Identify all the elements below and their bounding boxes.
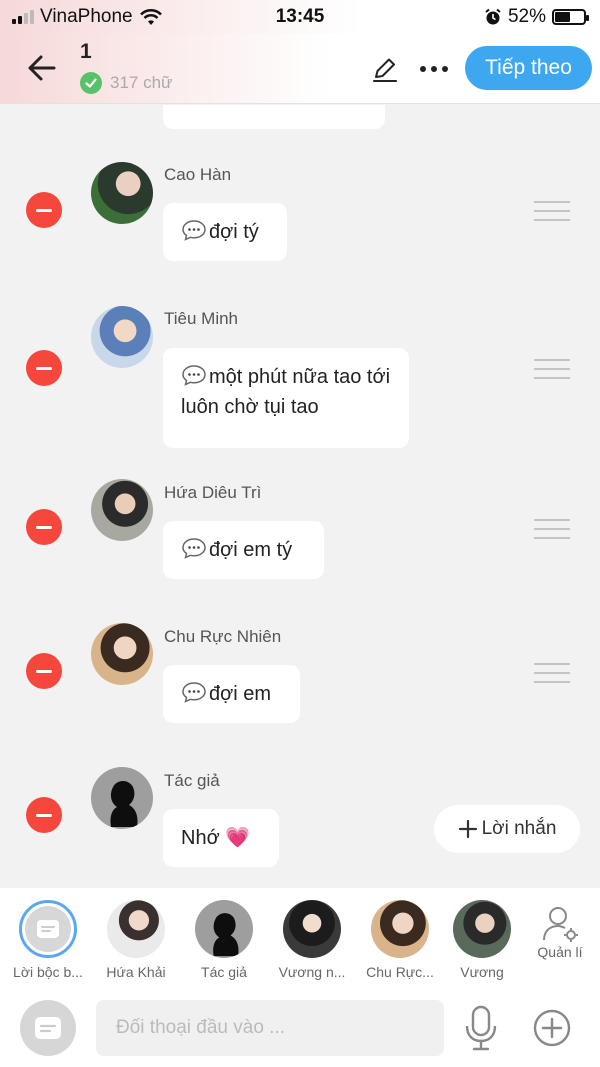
word-count-row: 317 chữ [80, 72, 172, 94]
avatar[interactable] [91, 479, 153, 541]
remove-message-button[interactable] [26, 192, 62, 228]
dialogue-input[interactable] [96, 1000, 444, 1056]
chat-area[interactable]: Cao Hàn đợi tý Tiêu Minh một phút nữa ta… [0, 105, 600, 888]
text-lines-icon [35, 1017, 61, 1039]
edit-pencil-icon[interactable] [370, 54, 400, 84]
more-options-button[interactable] [412, 54, 456, 84]
next-button[interactable]: Tiếp theo [465, 46, 592, 90]
message-bubble[interactable]: đợi em tý [163, 521, 324, 579]
message-bubble[interactable] [163, 105, 385, 129]
status-right: 52% [484, 6, 589, 28]
message-text: một phút nữa tao tới luôn chờ tụi tao [181, 366, 391, 418]
add-message-label: Lời nhắn [481, 818, 557, 839]
author-avatar [195, 900, 253, 958]
author-silhouette-icon [213, 913, 239, 957]
input-bar [0, 990, 600, 1067]
character-label: Vương [460, 964, 504, 980]
character-item[interactable]: Vương n... [274, 900, 350, 980]
drag-handle-icon[interactable] [534, 519, 570, 539]
character-name: Tác giả [164, 771, 220, 790]
add-circle-icon[interactable] [532, 1008, 572, 1048]
speech-bubble-icon [182, 682, 206, 703]
chapter-title: 1 [80, 40, 92, 63]
avatar [283, 900, 341, 958]
editor-header: 1 317 chữ Tiếp theo [0, 34, 600, 104]
battery-icon [552, 9, 589, 25]
character-label: Chu Rực... [366, 964, 434, 980]
alarm-icon [485, 8, 501, 25]
message-text: đợi em tý [209, 539, 293, 561]
message-bubble[interactable]: một phút nữa tao tới luôn chờ tụi tao [163, 348, 409, 448]
user-settings-icon [543, 907, 578, 942]
message-type-button[interactable] [20, 1000, 76, 1056]
character-item[interactable]: Tác giả [186, 900, 262, 980]
add-message-button[interactable]: Lời nhắn [434, 805, 580, 853]
text-lines-icon [37, 920, 59, 938]
remove-message-button[interactable] [26, 509, 62, 545]
character-item[interactable]: Hứa Khải [98, 900, 174, 980]
drag-handle-icon[interactable] [534, 359, 570, 379]
character-name: Chu Rực Nhiên [164, 627, 282, 646]
character-bar: Lời bộc b... Hứa Khải Tác giả Vương n...… [0, 888, 600, 990]
remove-message-button[interactable] [26, 797, 62, 833]
narrator-avatar [19, 900, 77, 958]
character-name: Cao Hàn [164, 165, 232, 184]
character-label: Tác giả [201, 964, 247, 980]
author-silhouette-icon [110, 781, 138, 827]
remove-message-button[interactable] [26, 350, 62, 386]
manage-characters-button[interactable]: Quản lí [530, 904, 590, 960]
avatar [371, 900, 429, 958]
author-avatar[interactable] [91, 767, 153, 829]
character-label: Hứa Khải [106, 964, 166, 980]
message-bubble[interactable]: đợi em [163, 665, 300, 723]
character-item[interactable]: Chu Rực... [362, 900, 438, 980]
manage-label: Quản lí [537, 944, 583, 960]
word-count: 317 chữ [110, 73, 173, 92]
avatar[interactable] [91, 162, 153, 224]
avatar [107, 900, 165, 958]
message-text: đợi tý [209, 221, 259, 243]
speech-bubble-icon [182, 220, 206, 241]
check-icon [80, 72, 102, 94]
speech-bubble-icon [182, 538, 206, 559]
message-bubble[interactable]: Nhớ 💗 [163, 809, 279, 867]
message-text: Nhớ 💗 [181, 827, 251, 849]
character-label: Vương n... [278, 964, 346, 980]
drag-handle-icon[interactable] [534, 201, 570, 221]
back-button[interactable] [22, 48, 62, 88]
microphone-icon[interactable] [462, 1004, 500, 1052]
avatar [453, 900, 511, 958]
message-bubble[interactable]: đợi tý [163, 203, 287, 261]
character-item[interactable]: Vương [444, 900, 520, 980]
remove-message-button[interactable] [26, 653, 62, 689]
speech-bubble-icon [182, 365, 206, 386]
avatar[interactable] [91, 623, 153, 685]
drag-handle-icon[interactable] [534, 663, 570, 683]
character-name: Hứa Diêu Trì [164, 483, 262, 502]
plus-icon [458, 819, 477, 839]
message-text: đợi em [209, 683, 272, 705]
character-name: Tiêu Minh [164, 309, 239, 328]
character-narrator[interactable]: Lời bộc b... [10, 900, 86, 980]
battery-percent: 52% [507, 6, 546, 27]
avatar[interactable] [91, 306, 153, 368]
character-label: Lời bộc b... [13, 964, 83, 980]
status-bar: VinaPhone 13:45 52% [0, 0, 600, 34]
